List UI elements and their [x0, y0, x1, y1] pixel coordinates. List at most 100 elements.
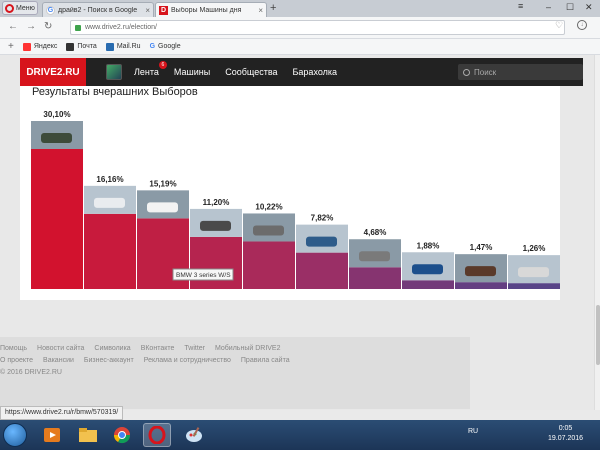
chart-value-label: 10,22% — [255, 202, 282, 211]
maximize-button[interactable]: ☐ — [566, 2, 574, 13]
close-icon[interactable]: × — [145, 6, 150, 15]
chart-bar[interactable] — [349, 267, 401, 289]
page-viewport: DRIVE2.RU Лента 6 Машины Сообщества Бара… — [0, 55, 594, 410]
nav-item-cars[interactable]: Машины — [174, 67, 210, 77]
bookmarks-bar: + Яндекс Почта Mail.Ru G Google — [0, 39, 600, 55]
bookmark-yandex[interactable]: Яндекс — [22, 42, 57, 51]
mail-icon — [66, 42, 75, 51]
chart-bar[interactable] — [455, 282, 507, 289]
minimize-button[interactable]: – — [546, 2, 551, 12]
bookmark-pochta[interactable]: Почта — [66, 42, 97, 51]
chart-value-label: 11,20% — [203, 198, 230, 207]
back-button[interactable]: ← — [8, 21, 18, 32]
footer-copyright: © 2016 DRIVE2.RU — [0, 369, 62, 376]
forward-button[interactable]: → — [26, 21, 36, 32]
chart-bar-group[interactable]: 1,47% — [455, 243, 507, 289]
chart-bar[interactable] — [84, 213, 136, 289]
chart-value-label: 15,19% — [149, 179, 176, 188]
footer-link[interactable]: Правила сайта — [241, 357, 290, 364]
google-icon: G — [149, 43, 156, 50]
car-shape — [200, 220, 231, 231]
site-header: DRIVE2.RU Лента 6 Машины Сообщества Бара… — [20, 58, 583, 86]
language-indicator[interactable]: RU — [468, 428, 478, 435]
menu-label: Меню — [16, 4, 35, 12]
chart-bar-group[interactable]: 1,88% — [402, 241, 454, 289]
tab-google-search[interactable]: G драйв2 - Поиск в Google × — [42, 2, 154, 17]
chart-bar[interactable] — [190, 236, 242, 289]
footer-link[interactable]: Помощь — [0, 345, 27, 352]
bookmark-google[interactable]: G Google — [150, 43, 181, 50]
bookmark-label: Google — [158, 43, 181, 50]
paint-icon[interactable] — [180, 423, 208, 447]
lock-icon — [75, 24, 81, 31]
search-icon — [463, 68, 470, 76]
add-bookmark-icon[interactable]: + — [8, 41, 14, 52]
footer-link[interactable]: Символика — [94, 345, 130, 352]
opera-taskbar-icon[interactable] — [143, 423, 171, 447]
reload-button[interactable]: ↻ — [44, 21, 52, 32]
car-shape — [412, 264, 443, 275]
election-results: Результаты вчерашних Выборов 30,10% 16,16… — [20, 86, 560, 300]
scroll-thumb[interactable] — [596, 305, 600, 365]
chart-bar-group[interactable]: 7,82% — [296, 214, 348, 289]
chart-bar-group[interactable]: 10,22% — [243, 202, 295, 289]
close-icon[interactable]: × — [258, 6, 263, 15]
chart-bar[interactable] — [402, 280, 454, 289]
footer-link[interactable]: Реклама и сотрудничество — [144, 357, 231, 364]
nav-item-communities[interactable]: Сообщества — [225, 67, 277, 77]
explorer-icon[interactable] — [74, 423, 102, 447]
tab-election[interactable]: D Выборы Машины дня × — [155, 2, 267, 17]
close-window-button[interactable]: ✕ — [585, 2, 593, 13]
nav-item-market[interactable]: Барахолка — [293, 67, 338, 77]
chart-bar[interactable] — [31, 149, 83, 289]
chart-bar-group[interactable]: 16,16% — [84, 175, 136, 289]
opera-menu-button[interactable]: Меню — [2, 1, 38, 15]
clock[interactable]: 0:05 19.07.2016 — [548, 424, 583, 444]
bookmark-mailru[interactable]: Mail.Ru — [105, 42, 141, 51]
start-button[interactable] — [3, 423, 27, 447]
footer-link[interactable]: Мобильный DRIVE2 — [215, 345, 281, 352]
tooltip-text: BMW 3 series W/S — [176, 272, 231, 279]
mailru-icon — [105, 42, 114, 51]
media-player-icon[interactable] — [38, 423, 66, 447]
car-shape — [359, 251, 390, 262]
page-scrollbar[interactable] — [594, 55, 600, 410]
avatar[interactable] — [106, 64, 122, 80]
footer-link[interactable]: Бизнес-аккаунт — [84, 357, 134, 364]
site-nav: Лента 6 Машины Сообщества Барахолка — [134, 61, 338, 77]
footer-link[interactable]: О проекте — [0, 357, 33, 364]
download-icon[interactable]: ↓ — [577, 20, 587, 30]
chart-bar-group[interactable]: 4,68% — [349, 228, 401, 289]
site-logo[interactable]: DRIVE2.RU — [20, 58, 86, 86]
car-shape — [253, 225, 284, 236]
bookmark-label: Почта — [77, 43, 97, 50]
chart-value-label: 1,47% — [470, 243, 493, 252]
search-input[interactable]: Поиск — [458, 64, 583, 80]
chart-bar-group[interactable]: 30,10% — [31, 110, 83, 289]
footer-link[interactable]: Новости сайта — [37, 345, 84, 352]
car-shape — [306, 236, 337, 247]
footer-link[interactable]: ВКонтакте — [141, 345, 175, 352]
nav-label: Лента — [134, 67, 159, 77]
nav-item-lenta[interactable]: Лента 6 — [134, 61, 167, 77]
chart-bar[interactable] — [243, 241, 295, 289]
chart-bar[interactable] — [508, 283, 560, 289]
clock-date: 19.07.2016 — [548, 435, 584, 442]
footer-link[interactable]: Twitter — [184, 345, 205, 352]
car-shape — [465, 266, 496, 277]
tab-title: драйв2 - Поиск в Google — [58, 6, 138, 14]
tab-menu-icon[interactable]: ≡ — [518, 1, 523, 11]
bookmark-heart-icon[interactable]: ♡ — [555, 20, 563, 31]
chart-bar[interactable] — [296, 252, 348, 289]
chart-value-label: 30,10% — [43, 110, 70, 119]
status-url: https://www.drive2.ru/r/bmw/570319/ — [0, 406, 124, 420]
url-input[interactable]: www.drive2.ru/election/ — [70, 20, 565, 35]
new-tab-button[interactable]: + — [270, 2, 276, 15]
footer-link[interactable]: Вакансии — [43, 357, 74, 364]
chrome-icon[interactable] — [108, 423, 136, 447]
chart-bar-group[interactable]: 1,26% — [508, 244, 560, 289]
car-shape — [94, 197, 125, 208]
tab-strip: Меню G драйв2 - Поиск в Google × D Выбор… — [0, 0, 600, 17]
car-shape — [41, 133, 72, 143]
url-text: www.drive2.ru/election/ — [85, 24, 157, 31]
